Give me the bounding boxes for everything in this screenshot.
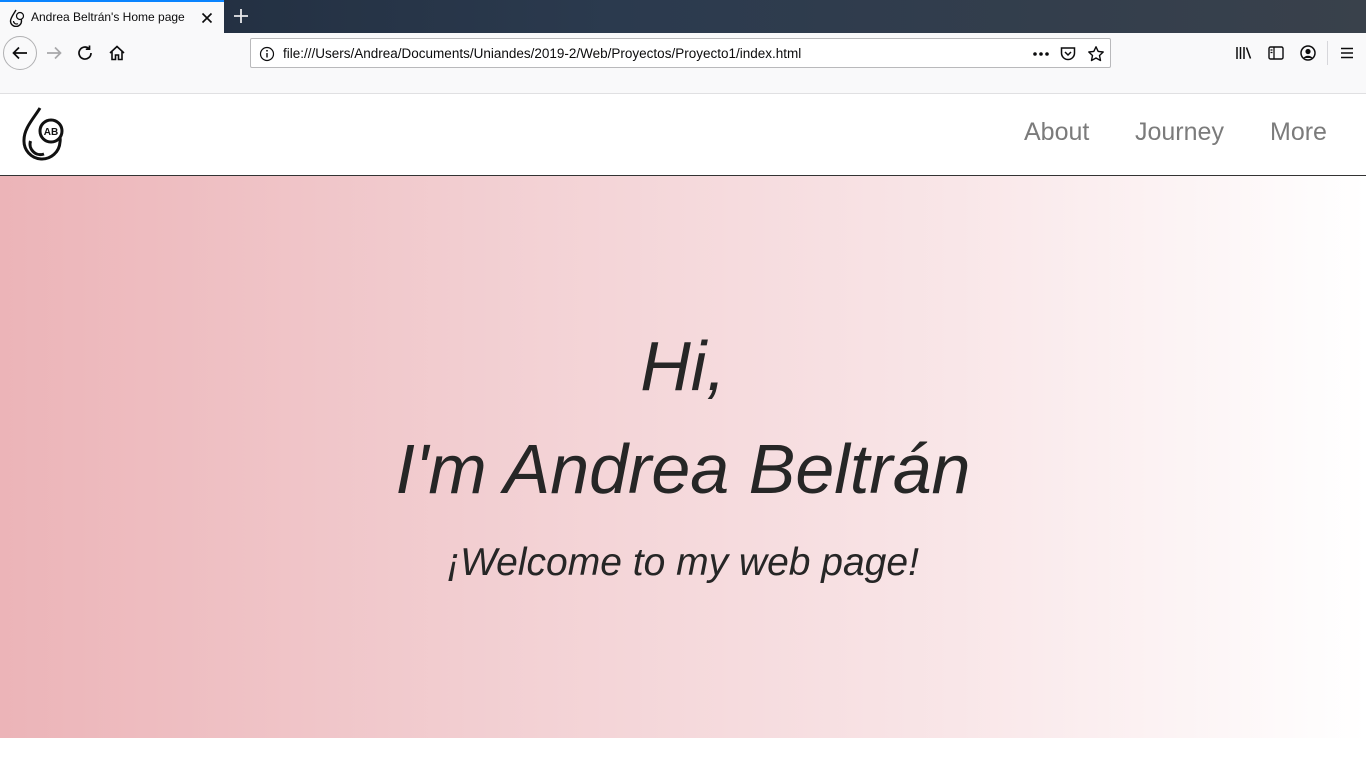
logo-text: AB [44, 127, 58, 138]
hero-welcome: ¡Welcome to my web page! [447, 541, 919, 584]
hamburger-menu-icon[interactable] [1337, 43, 1357, 63]
nav-link-about[interactable]: About [1024, 118, 1089, 147]
home-icon[interactable] [105, 41, 129, 65]
hero-section: Hi, I'm Andrea Beltrán ¡Welcome to my we… [0, 176, 1366, 738]
toolbar-separator [1327, 41, 1328, 65]
arrow-right-icon[interactable] [42, 41, 66, 65]
arrow-left-icon[interactable] [3, 36, 37, 70]
url-text[interactable]: file:///Users/Andrea/Documents/Uniandes/… [283, 46, 801, 61]
drop-logo-icon [9, 9, 25, 28]
pocket-icon[interactable] [1059, 45, 1077, 63]
web-page: AB About Journey More Hi, I'm Andrea Bel… [0, 94, 1366, 768]
reload-icon[interactable] [73, 41, 97, 65]
close-icon[interactable] [199, 10, 215, 26]
hero-greeting: Hi, [640, 327, 726, 405]
star-icon[interactable] [1087, 45, 1105, 63]
account-icon[interactable] [1298, 43, 1318, 63]
hero-name: I'm Andrea Beltrán [395, 430, 971, 508]
nav-link-more[interactable]: More [1270, 118, 1327, 147]
browser-tab-strip: Andrea Beltrán's Home page [0, 0, 1366, 33]
info-icon[interactable] [259, 46, 275, 62]
nav-link-journey[interactable]: Journey [1135, 118, 1224, 147]
more-horizontal-icon[interactable] [1031, 45, 1051, 63]
url-bar[interactable]: file:///Users/Andrea/Documents/Uniandes/… [250, 38, 1111, 68]
site-logo[interactable]: AB [20, 106, 68, 164]
plus-icon[interactable] [231, 6, 251, 26]
sidebar-icon[interactable] [1266, 43, 1286, 63]
tab-title: Andrea Beltrán's Home page [31, 10, 185, 24]
library-icon[interactable] [1234, 43, 1254, 63]
browser-tab[interactable]: Andrea Beltrán's Home page [0, 0, 224, 33]
site-header: AB About Journey More [0, 94, 1366, 176]
browser-toolbar: file:///Users/Andrea/Documents/Uniandes/… [0, 33, 1366, 94]
